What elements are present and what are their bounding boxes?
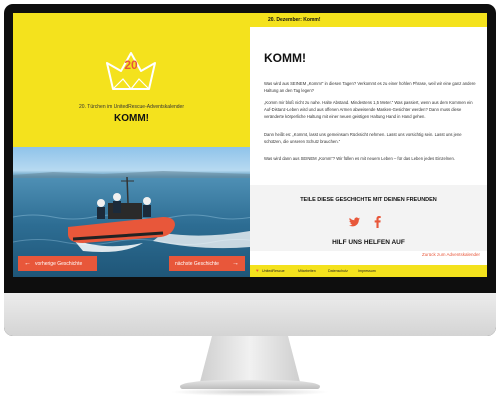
footer-link-datenschutz[interactable]: Datenschutz	[328, 269, 348, 273]
article-panel: 20. Dezember: Komm! KOMM! Was wird aus S…	[250, 13, 487, 277]
article-paragraph: Was wird dann aus SEINEM „Komm“? Wir fül…	[264, 156, 455, 161]
heart-icon: ♥	[256, 268, 259, 273]
footer-link-unitedrescue[interactable]: UnitedRescue	[262, 269, 285, 273]
arrow-left-icon: ←	[24, 260, 31, 267]
arrow-right-icon: →	[232, 260, 239, 267]
twitter-icon[interactable]	[349, 217, 360, 227]
next-story-label: nächste Geschichte	[175, 260, 219, 267]
article-topbar: 20. Dezember: Komm!	[250, 13, 487, 27]
share-box: TEILE DIESE GESCHICHTE MIT DEINEN FREUND…	[250, 185, 487, 251]
advent-panel: 20 20. Türchen im UnitedRescue-Adventska…	[13, 13, 250, 277]
day-number: 20	[124, 58, 138, 72]
footer-link-mitarbeiten[interactable]: Mitarbeiten	[298, 269, 316, 273]
back-to-calendar-link[interactable]: Zurück zum Adventskalender	[422, 252, 480, 257]
article-paragraph: Dann heißt es: „Kommt, lasst uns gemeins…	[264, 132, 462, 144]
monitor-shadow	[170, 388, 330, 396]
advent-subtitle: 20. Türchen im UnitedRescue-Adventskalen…	[79, 104, 184, 110]
footer-link-impressum[interactable]: Impressum	[358, 269, 376, 273]
footer: ♥ UnitedRescue Mitarbeiten Datenschutz I…	[250, 265, 487, 277]
facebook-icon[interactable]	[374, 216, 381, 228]
monitor-chin	[4, 293, 496, 336]
article-paragraph: „Komm mir bloß nicht zu nahe. Halte Abst…	[264, 100, 473, 119]
monitor-stand	[200, 336, 300, 382]
help-title: HILF UNS HELFEN AUF	[332, 239, 405, 246]
next-story-button[interactable]: nächste Geschichte →	[169, 256, 245, 271]
advent-headline: KOMM!	[114, 113, 149, 124]
article-paragraph: Was wird aus SEINEM „Komm!“ in diesen Ta…	[264, 81, 476, 93]
article-topbar-title: 20. Dezember: Komm!	[268, 17, 321, 23]
article-title: KOMM!	[264, 51, 306, 65]
share-title: TEILE DIESE GESCHICHTE MIT DEINEN FREUND…	[300, 197, 437, 203]
previous-story-label: vorherige Geschichte	[35, 260, 83, 267]
screen: 20 20. Türchen im UnitedRescue-Adventska…	[13, 13, 487, 277]
previous-story-button[interactable]: ← vorherige Geschichte	[18, 256, 97, 271]
